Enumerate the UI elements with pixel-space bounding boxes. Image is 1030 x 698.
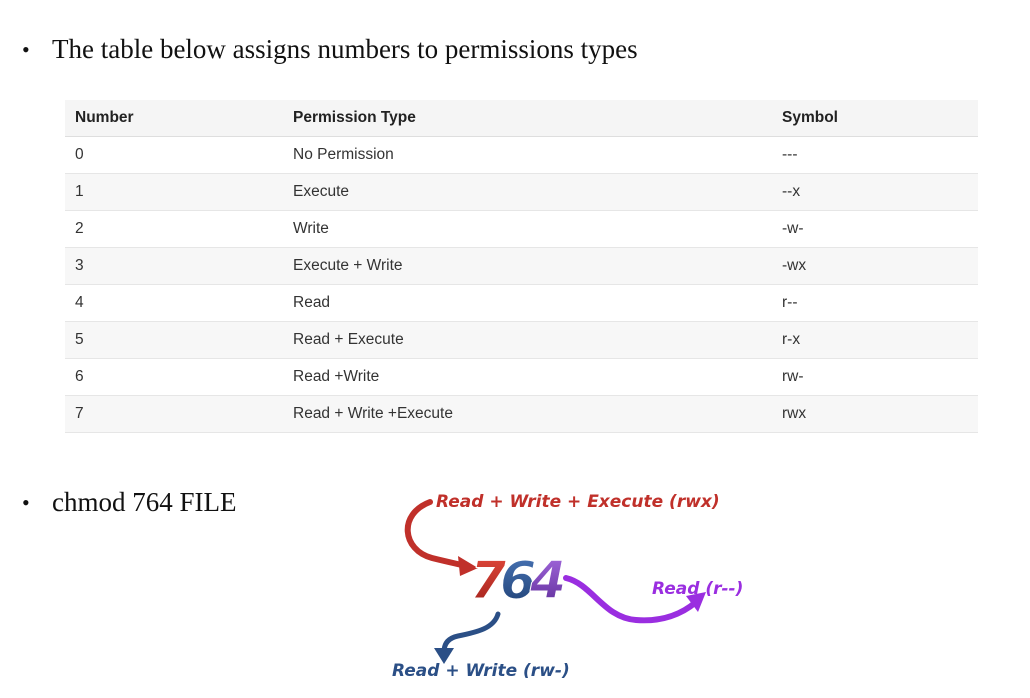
label-owner-permissions: Read + Write + Execute (rwx) [436, 492, 720, 512]
cell-number: 1 [65, 173, 283, 211]
chmod-764-diagram: 7 6 4 Read + Write + Execute (rwx) Read … [392, 492, 743, 681]
cell-symbol: -wx [772, 247, 978, 285]
table-row: 0 No Permission --- [65, 136, 978, 174]
cell-permission-type: No Permission [283, 136, 772, 174]
header-number: Number [65, 100, 283, 137]
bullet-text: chmod 764 FILE [52, 487, 237, 517]
cell-permission-type: Read +Write [283, 358, 772, 396]
table-header-row: Number Permission Type Symbol [65, 100, 978, 137]
cell-number: 7 [65, 395, 283, 433]
bullet-text: The table below assigns numbers to permi… [52, 34, 638, 64]
bullet-marker: • [22, 36, 30, 62]
cell-number: 3 [65, 247, 283, 285]
cell-symbol: r-- [772, 284, 978, 322]
cell-permission-type: Write [283, 210, 772, 248]
cell-number: 4 [65, 284, 283, 322]
cell-symbol: rwx [772, 395, 978, 433]
cell-permission-type: Execute + Write [283, 247, 772, 285]
cell-number: 5 [65, 321, 283, 359]
bullet-item-table-intro: • The table below assigns numbers to per… [22, 36, 638, 63]
cell-symbol: --- [772, 136, 978, 174]
label-other-permissions: Read (r--) [652, 579, 743, 599]
cell-permission-type: Read [283, 284, 772, 322]
cell-permission-type: Read + Write +Execute [283, 395, 772, 433]
cell-symbol: --x [772, 173, 978, 211]
table-row: 7 Read + Write +Execute rwx [65, 395, 978, 433]
cell-symbol: rw- [772, 358, 978, 396]
table-row: 1 Execute --x [65, 173, 978, 211]
cell-number: 2 [65, 210, 283, 248]
bullet-marker: • [22, 489, 30, 515]
table-row: 2 Write -w- [65, 210, 978, 248]
header-symbol: Symbol [772, 100, 978, 137]
cell-number: 6 [65, 358, 283, 396]
cell-number: 0 [65, 136, 283, 174]
permissions-table: Number Permission Type Symbol 0 No Permi… [65, 100, 978, 433]
cell-permission-type: Read + Execute [283, 321, 772, 359]
cell-symbol: r-x [772, 321, 978, 359]
table-row: 5 Read + Execute r-x [65, 321, 978, 359]
table-row: 6 Read +Write rw- [65, 358, 978, 396]
group-arrow [441, 611, 501, 655]
cell-permission-type: Execute [283, 173, 772, 211]
table-row: 3 Execute + Write -wx [65, 247, 978, 285]
digit-other: 4 [529, 551, 566, 611]
header-permission-type: Permission Type [283, 100, 772, 137]
label-group-permissions: Read + Write (rw-) [392, 661, 570, 681]
table-row: 4 Read r-- [65, 284, 978, 322]
bullet-item-chmod: • chmod 764 FILE [22, 489, 236, 516]
cell-symbol: -w- [772, 210, 978, 248]
